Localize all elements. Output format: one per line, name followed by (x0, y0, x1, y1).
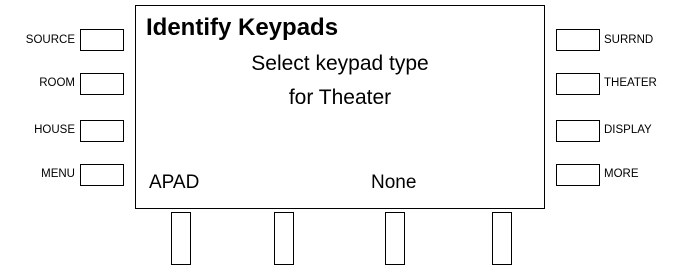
more-button[interactable] (556, 164, 600, 186)
theater-button[interactable] (556, 73, 600, 95)
room-button[interactable] (80, 73, 124, 95)
side-label-source: SOURCE (25, 34, 75, 46)
side-label-house: HOUSE (34, 124, 75, 136)
display-button[interactable] (556, 120, 600, 142)
side-label-more: MORE (604, 168, 639, 180)
softkey-2-button[interactable] (274, 212, 294, 265)
prompt-line-2: for Theater (288, 86, 392, 109)
softkey-3-button[interactable] (385, 212, 405, 265)
softkey-label-apad: APAD (149, 172, 200, 193)
screen-title: Identify Keypads (146, 14, 339, 41)
display-screen: Identify Keypads Select keypad type for … (135, 5, 545, 209)
prompt-line-1: Select keypad type (251, 52, 429, 75)
side-label-room: ROOM (39, 77, 75, 89)
side-label-surrnd: SURRND (604, 34, 654, 46)
surrnd-button[interactable] (556, 29, 600, 51)
softkey-1-button[interactable] (171, 212, 191, 265)
source-button[interactable] (80, 29, 124, 51)
menu-button[interactable] (80, 164, 124, 186)
side-label-theater: THEATER (604, 77, 657, 89)
house-button[interactable] (80, 120, 124, 142)
side-label-display: DISPLAY (604, 124, 652, 136)
softkey-4-button[interactable] (492, 212, 512, 265)
side-label-menu: MENU (41, 168, 75, 180)
softkey-label-none: None (371, 172, 417, 193)
